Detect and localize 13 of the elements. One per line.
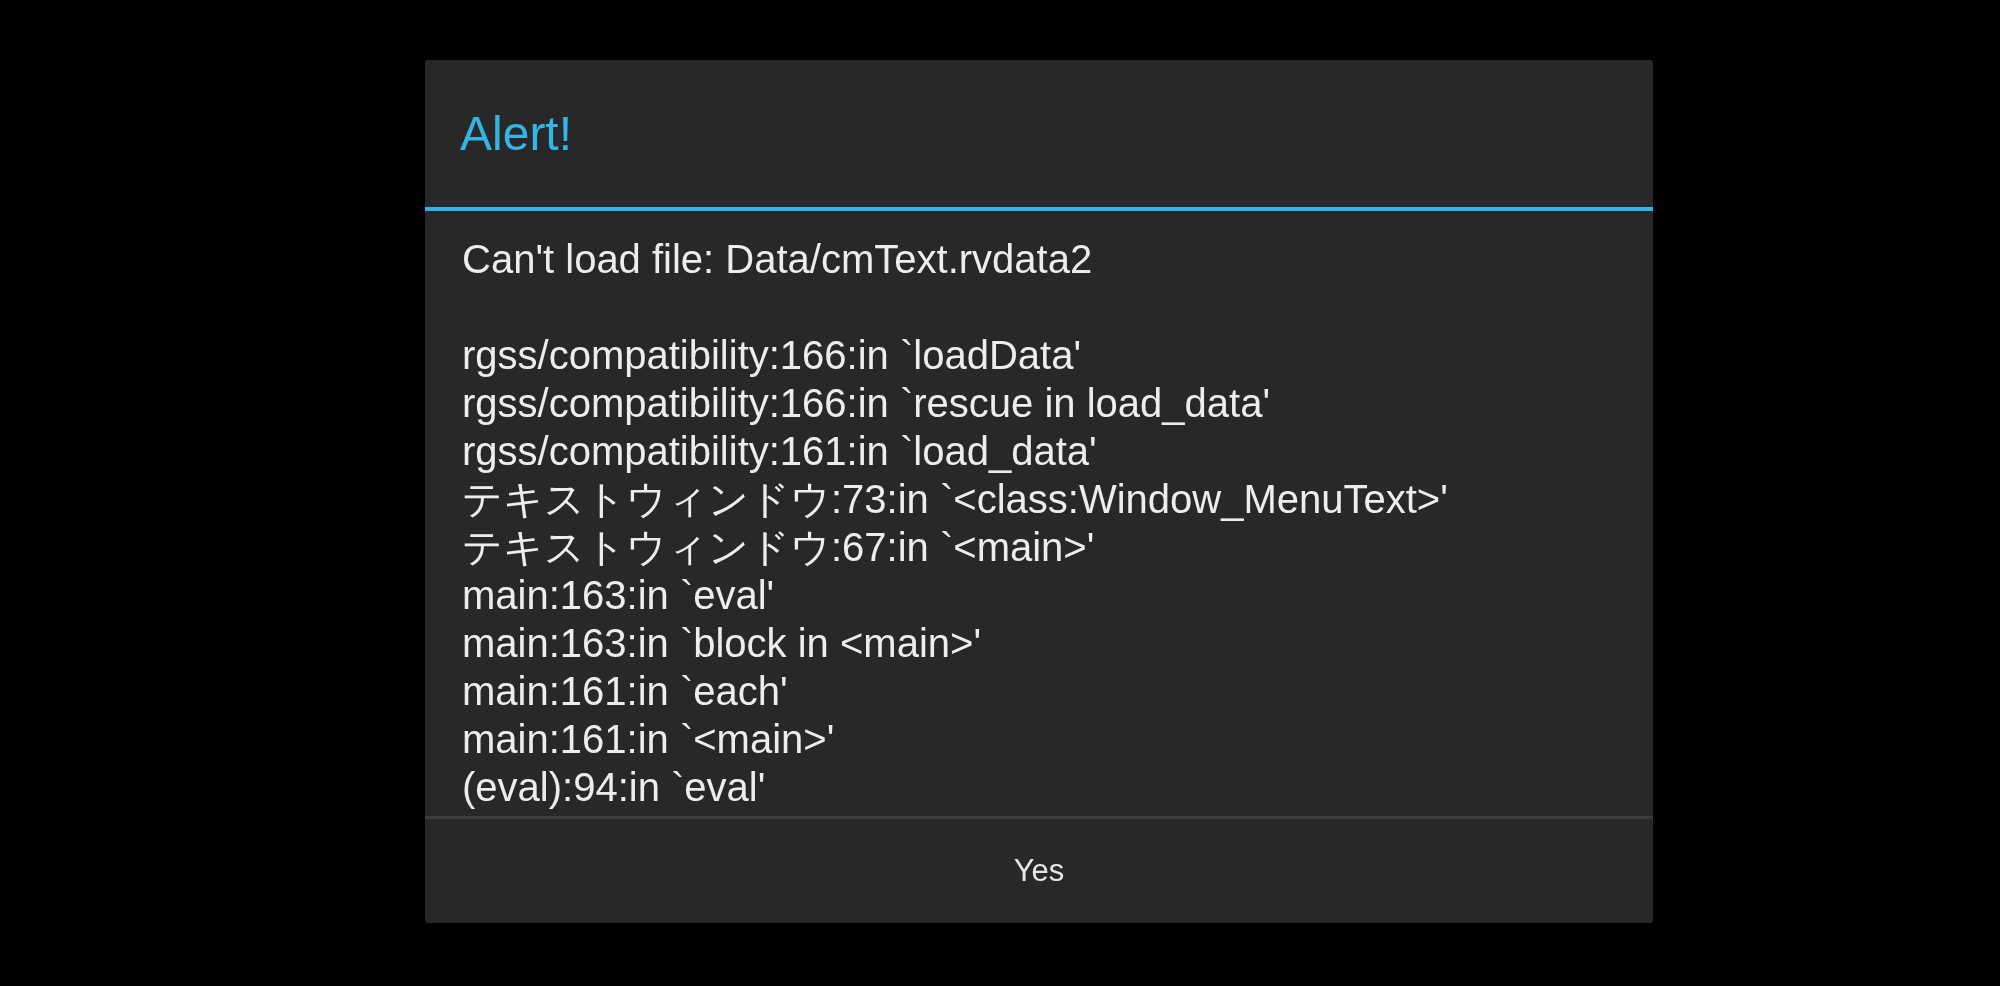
error-message: Can't load file: Data/cmText.rvdata2 [462,236,1093,283]
dialog-title: Alert! [460,105,573,162]
stack-trace-line: main:163:in `block in <main>' [462,620,982,667]
stack-trace-line: main:161:in `<main>' [462,716,835,763]
stack-trace-line: rgss/compatibility:166:in `rescue in load_data' [462,380,1271,427]
stack-trace-line: main:161:in `each' [462,668,788,715]
stack-trace-line: テキストウィンドウ:73:in `<class:Window_MenuText>' [462,476,1448,523]
stack-trace-line: (eval):94:in `eval' [462,764,766,811]
stack-trace-line: rgss/compatibility:161:in `load_data' [462,428,1097,475]
stack-trace-line: main:163:in `eval' [462,572,775,619]
dialog-button[interactable]: Yes [425,819,1653,923]
stack-trace-line: rgss/compatibility:166:in `loadData' [462,332,1082,379]
stack-trace-line: テキストウィンドウ:67:in `<main>' [462,524,1095,571]
